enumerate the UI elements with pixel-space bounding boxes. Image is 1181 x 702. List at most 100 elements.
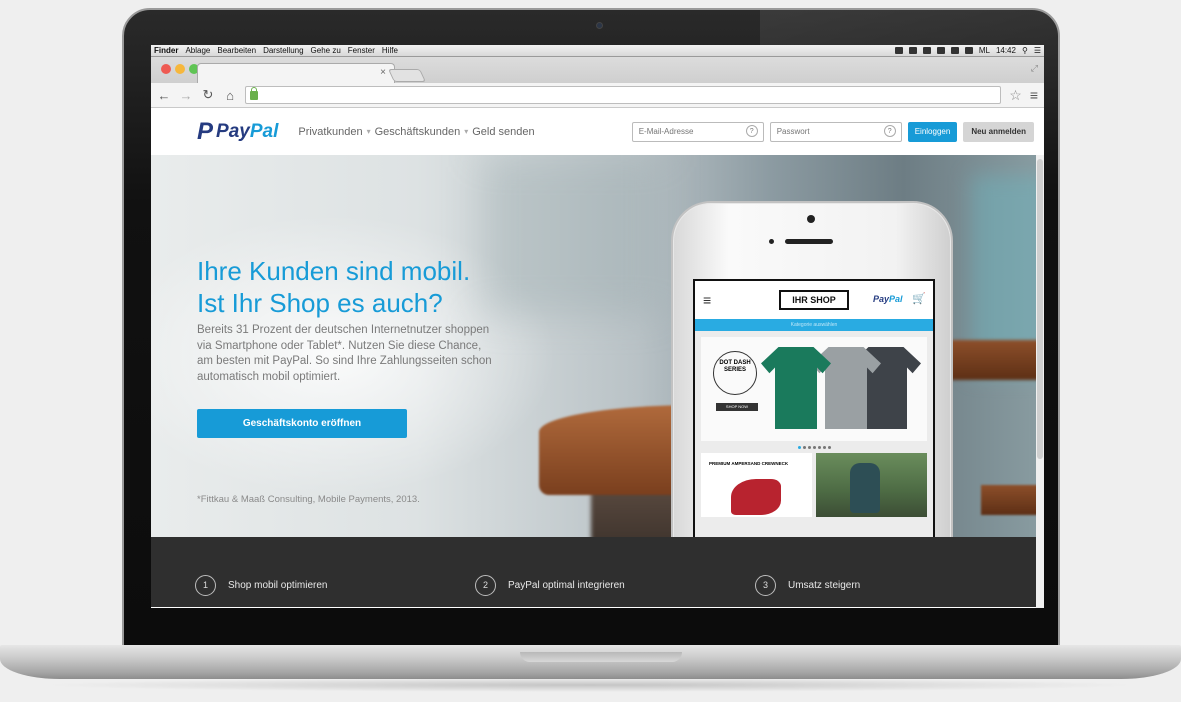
email-field[interactable] [631, 121, 764, 142]
scrollbar-thumb[interactable] [1037, 159, 1043, 459]
menubar-clock[interactable]: 14:42 [996, 46, 1016, 55]
paypal-page: P PayPal Privatkunden ▾ Geschäftskunden … [151, 108, 1044, 608]
step-label: Umsatz steigern [788, 579, 861, 591]
notification-center-icon[interactable]: ☰ [1034, 46, 1041, 55]
laptop-screen: Finder Ablage Bearbeiten Darstellung Geh… [151, 45, 1044, 608]
help-icon[interactable]: ? [745, 125, 758, 138]
phone-screen: ≡ IHR SHOP PayPal 🛒 Kategorie auswählen … [693, 279, 935, 537]
chevron-down-icon: ▾ [464, 126, 469, 136]
back-icon[interactable]: ← [157, 88, 171, 103]
laptop-notch [520, 652, 682, 662]
help-icon[interactable]: ? [883, 125, 896, 138]
login-button[interactable]: Einloggen [907, 121, 958, 142]
screen-share-icon[interactable] [908, 47, 917, 54]
steps-bar: 1 Shop mobil optimieren 2 PayPal optimal… [151, 537, 1036, 607]
fullscreen-icon[interactable]: ⤢ [1031, 63, 1038, 74]
forward-icon[interactable]: → [179, 88, 193, 103]
pager-dot [822, 445, 826, 449]
menubar-item-ablage[interactable]: Ablage [185, 46, 210, 55]
paypal-nav: Privatkunden ▾ Geschäftskunden ▾ Geld se… [298, 126, 534, 138]
step-number: 2 [475, 574, 496, 596]
shop-paypal-pay: Pay [873, 294, 890, 304]
phone-sensor-icon [769, 239, 774, 244]
hero-title-line2: Ist Ihr Shop es auch? [197, 288, 443, 318]
paypal-logo[interactable]: P PayPal [197, 118, 278, 146]
pager-dot [802, 445, 806, 449]
bluetooth-icon[interactable] [936, 47, 945, 54]
tab-close-icon[interactable]: × [380, 67, 386, 78]
browser-tabbar: × ⤢ [151, 57, 1044, 83]
menubar-item-bearbeiten[interactable]: Bearbeiten [217, 46, 256, 55]
banner-label: DOT DASH SERIES [713, 351, 757, 395]
address-bar[interactable] [245, 86, 1002, 104]
paypal-header: P PayPal Privatkunden ▾ Geschäftskunden … [151, 108, 1044, 155]
menubar-item-hilfe[interactable]: Hilfe [382, 46, 398, 55]
shop-paypal-logo: PayPal [873, 294, 903, 304]
laptop-base [0, 645, 1181, 679]
open-business-account-button[interactable]: Geschäftskonto eröffnen [197, 409, 407, 438]
phone-speaker-icon [785, 239, 833, 244]
menubar-user[interactable]: ML [979, 46, 990, 55]
hero-title: Ihre Kunden sind mobil. Ist Ihr Shop es … [197, 255, 470, 319]
step-number: 1 [195, 574, 216, 596]
carousel-pager [701, 441, 927, 453]
volume-icon[interactable] [964, 47, 973, 54]
chrome-menu-icon[interactable]: ≡ [1030, 87, 1038, 103]
shop-banner: DOT DASH SERIES SHOP NOW [701, 337, 927, 441]
smartphone-image: ≡ IHR SHOP PayPal 🛒 Kategorie auswählen … [671, 201, 953, 537]
product-image [731, 479, 781, 515]
shop-header: ≡ IHR SHOP PayPal 🛒 [695, 281, 933, 319]
menubar-item-gehe-zu[interactable]: Gehe zu [311, 46, 341, 55]
browser-tab[interactable]: × [197, 63, 395, 83]
tshirt-image [761, 347, 831, 429]
home-icon[interactable]: ⌂ [223, 88, 237, 103]
page-scrollbar[interactable] [1036, 155, 1044, 608]
minimize-window-icon[interactable] [175, 64, 185, 74]
pager-dot [807, 445, 811, 449]
menubar-item-fenster[interactable]: Fenster [348, 46, 375, 55]
paypal-logo-text: PayPal [216, 121, 278, 143]
cart-icon: 🛒 [912, 293, 926, 305]
paypal-logo-pay: Pay [216, 120, 250, 142]
hero-title-line1: Ihre Kunden sind mobil. [197, 256, 471, 286]
step-number: 3 [755, 574, 776, 596]
step-item[interactable]: 2 PayPal optimal integrieren [475, 563, 755, 607]
nav-item-geld-senden[interactable]: Geld senden [472, 126, 534, 138]
step-label: PayPal optimal integrieren [508, 579, 625, 591]
shop-category-bar: Kategorie auswählen [695, 319, 933, 331]
shop-body: DOT DASH SERIES SHOP NOW PREMIUM AMPERSA… [695, 331, 933, 537]
bookmark-star-icon[interactable]: ☆ [1009, 87, 1022, 104]
window-controls [161, 64, 199, 74]
hero-background [481, 155, 661, 315]
close-window-icon[interactable] [161, 64, 171, 74]
step-item[interactable]: 3 Umsatz steigern [755, 563, 1035, 607]
banner-shop-button: SHOP NOW [716, 403, 758, 411]
signup-button[interactable]: Neu anmelden [963, 121, 1034, 142]
hero-text: Bereits 31 Prozent der deutschen Interne… [197, 324, 492, 383]
login-form: ? ? Einloggen Neu anmelden [631, 121, 1034, 142]
display-icon[interactable] [922, 47, 931, 54]
wifi-icon[interactable] [950, 47, 959, 54]
menubar-app-name[interactable]: Finder [154, 46, 178, 55]
dropbox-icon[interactable] [894, 47, 903, 54]
reload-icon[interactable]: ↻ [201, 87, 215, 103]
password-field[interactable] [769, 121, 902, 142]
shop-paypal-pal: Pal [889, 294, 903, 304]
product-image [850, 463, 880, 513]
cafe-table-image [941, 340, 1036, 380]
nav-item-privatkunden[interactable]: Privatkunden [298, 126, 362, 138]
spotlight-icon[interactable]: ⚲ [1022, 46, 1028, 55]
product-tile: PREMIUM AMPERSAND CREWNECK [701, 453, 812, 517]
step-item[interactable]: 1 Shop mobil optimieren [195, 563, 475, 607]
menubar-status-area: ML 14:42 ⚲ ☰ [894, 46, 1041, 55]
chevron-down-icon: ▾ [366, 126, 371, 136]
paypal-logo-mark: P [197, 117, 214, 145]
menubar-item-darstellung[interactable]: Darstellung [263, 46, 303, 55]
phone-camera-icon [807, 215, 815, 223]
hero-footnote: *Fittkau & Maaß Consulting, Mobile Payme… [197, 494, 420, 505]
nav-item-geschaeftskunden[interactable]: Geschäftskunden [375, 126, 461, 138]
mac-menubar: Finder Ablage Bearbeiten Darstellung Geh… [151, 45, 1044, 57]
hero-section: Ihre Kunden sind mobil. Ist Ihr Shop es … [151, 155, 1036, 537]
new-tab-button[interactable] [387, 69, 427, 82]
webcam-icon [596, 22, 603, 29]
